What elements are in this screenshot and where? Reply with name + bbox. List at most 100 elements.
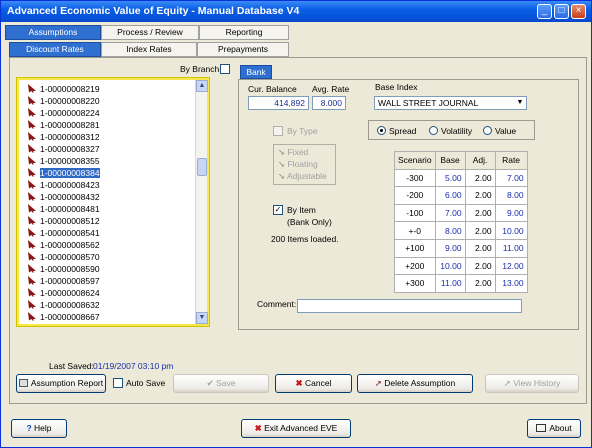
type-item[interactable]: ➘ Floating <box>278 159 318 170</box>
check-icon: ✔ <box>206 378 217 388</box>
tab-assumptions[interactable]: Assumptions <box>5 25 101 40</box>
about-button[interactable]: About <box>527 419 581 438</box>
table-row: +100 9.00 2.00 11.00 <box>394 238 528 258</box>
account-list[interactable]: ▲ ▼ 1-00000008219 1-00000008220 1-00000008… <box>16 77 210 327</box>
table-cell[interactable]: 11.00 <box>434 274 466 293</box>
table-cell[interactable]: 10.00 <box>434 256 466 276</box>
cur-balance-field[interactable]: 414,892 <box>248 96 309 110</box>
table-cell: 2.00 <box>464 186 496 205</box>
arrow-icon <box>28 312 36 321</box>
scroll-thumb[interactable] <box>197 158 207 176</box>
list-item[interactable]: 1-00000008481 <box>27 203 197 215</box>
list-item[interactable]: 1-00000008590 <box>27 263 197 275</box>
comment-input[interactable] <box>297 299 522 313</box>
app-window: Advanced Economic Value of Equity - Manu… <box>0 0 592 448</box>
table-cell: 2.00 <box>464 274 496 293</box>
tab-bank[interactable]: Bank <box>240 65 272 79</box>
arrow-icon <box>28 84 36 93</box>
arrow-icon <box>28 132 36 141</box>
type-item[interactable]: ➘ Fixed <box>278 147 308 158</box>
table-cell[interactable]: 8.00 <box>434 221 466 240</box>
cancel-button[interactable]: ✖ Cancel <box>275 374 352 393</box>
by-item-label: By Item <box>287 205 316 215</box>
list-item[interactable]: 1-00000008224 <box>27 107 197 119</box>
list-item[interactable]: 1-00000008570 <box>27 251 197 263</box>
by-type-checkbox[interactable] <box>273 126 283 136</box>
base-index-select[interactable]: WALL STREET JOURNAL ▼ <box>374 96 527 110</box>
table-cell: 2.00 <box>464 238 496 258</box>
table-cell: 7.00 <box>494 168 528 188</box>
by-branch-checkbox[interactable] <box>220 64 230 74</box>
by-item-checkbox[interactable]: ✓ <box>273 205 283 215</box>
list-item[interactable]: 1-00000008423 <box>27 179 197 191</box>
list-item[interactable]: 1-00000008281 <box>27 119 197 131</box>
list-item[interactable]: 1-00000008327 <box>27 143 197 155</box>
assumption-report-button[interactable]: Assumption Report <box>16 374 106 393</box>
spread-radio[interactable] <box>377 126 386 135</box>
table-cell: 13.00 <box>494 274 528 293</box>
table-cell: -300 <box>394 168 436 188</box>
list-item[interactable]: 1-00000008312 <box>27 131 197 143</box>
list-item[interactable]: 1-00000008624 <box>27 287 197 299</box>
tab-reporting[interactable]: Reporting <box>199 25 289 40</box>
table-cell[interactable]: 6.00 <box>434 186 466 205</box>
maximize-icon[interactable]: □ <box>554 4 569 19</box>
type-item[interactable]: ➘ Adjustable <box>278 171 327 182</box>
close-icon[interactable]: × <box>571 4 586 19</box>
table-row: +200 10.00 2.00 12.00 <box>394 256 528 276</box>
list-item[interactable]: 1-00000008597 <box>27 275 197 287</box>
list-item[interactable]: 1-00000008512 <box>27 215 197 227</box>
volatility-label: Volatility <box>441 126 473 136</box>
scroll-up-icon[interactable]: ▲ <box>196 80 208 92</box>
tab-discount-rates[interactable]: Discount Rates <box>9 42 101 57</box>
list-item[interactable]: 1-00000008541 <box>27 227 197 239</box>
table-cell[interactable]: 5.00 <box>434 168 466 188</box>
table-header: Rate <box>494 151 528 170</box>
save-button[interactable]: ✔ Save <box>173 374 269 393</box>
view-history-button[interactable]: ➚ View History <box>485 374 579 393</box>
avg-rate-field[interactable]: 8.000 <box>312 96 346 110</box>
auto-save-checkbox[interactable] <box>113 378 123 388</box>
help-button[interactable]: ? Help <box>11 419 67 438</box>
minimize-icon[interactable]: _ <box>537 4 552 19</box>
list-item[interactable]: 1-00000008632 <box>27 299 197 311</box>
table-cell: 8.00 <box>494 186 528 205</box>
arrow-icon <box>28 252 36 261</box>
arrow-icon <box>28 96 36 105</box>
arrow-icon <box>28 264 36 273</box>
table-cell: 10.00 <box>494 221 528 240</box>
volatility-radio[interactable] <box>429 126 438 135</box>
value-label: Value <box>495 126 517 136</box>
chevron-down-icon[interactable]: ▼ <box>514 97 526 109</box>
tab-index-rates[interactable]: Index Rates <box>101 42 197 57</box>
list-item[interactable]: 1-00000008384 <box>27 167 197 179</box>
list-item[interactable]: 1-00000008355 <box>27 155 197 167</box>
table-row: -100 7.00 2.00 9.00 <box>394 203 528 223</box>
list-item[interactable]: 1-00000008220 <box>27 95 197 107</box>
cancel-x-icon: ✖ <box>295 378 305 388</box>
arrow-icon <box>28 120 36 129</box>
scroll-down-icon[interactable]: ▼ <box>196 312 208 324</box>
table-cell[interactable]: 9.00 <box>434 238 466 258</box>
table-cell[interactable]: 7.00 <box>434 203 466 223</box>
arrow-icon <box>28 180 36 189</box>
list-item[interactable]: 1-00000008667 <box>27 311 197 323</box>
value-radio[interactable] <box>483 126 492 135</box>
list-item[interactable]: 1-00000008562 <box>27 239 197 251</box>
list-item[interactable]: 1-00000008219 <box>27 83 197 95</box>
table-header: Base <box>434 151 466 170</box>
by-item-sublabel: (Bank Only) <box>287 217 332 227</box>
list-item[interactable]: 1-00000008432 <box>27 191 197 203</box>
exit-button[interactable]: ✖ Exit Advanced EVE <box>241 419 351 438</box>
printer-icon <box>18 379 28 387</box>
type-list[interactable]: ➘ Fixed ➘ Floating ➘ Adjustable <box>273 144 336 185</box>
tab-prepayments[interactable]: Prepayments <box>197 42 289 57</box>
by-type-label: By Type <box>287 126 318 136</box>
delete-assumption-button[interactable]: ➚ Delete Assumption <box>357 374 473 393</box>
arrow-icon <box>28 228 36 237</box>
tab-process-review[interactable]: Process / Review <box>101 25 199 40</box>
arrow-icon <box>28 240 36 249</box>
scenario-table: Scenario Base Adj. Rate -300 5.00 2.00 7.00 -200… <box>394 151 528 293</box>
table-header: Adj. <box>464 151 496 170</box>
table-row: +-0 8.00 2.00 10.00 <box>394 221 528 240</box>
